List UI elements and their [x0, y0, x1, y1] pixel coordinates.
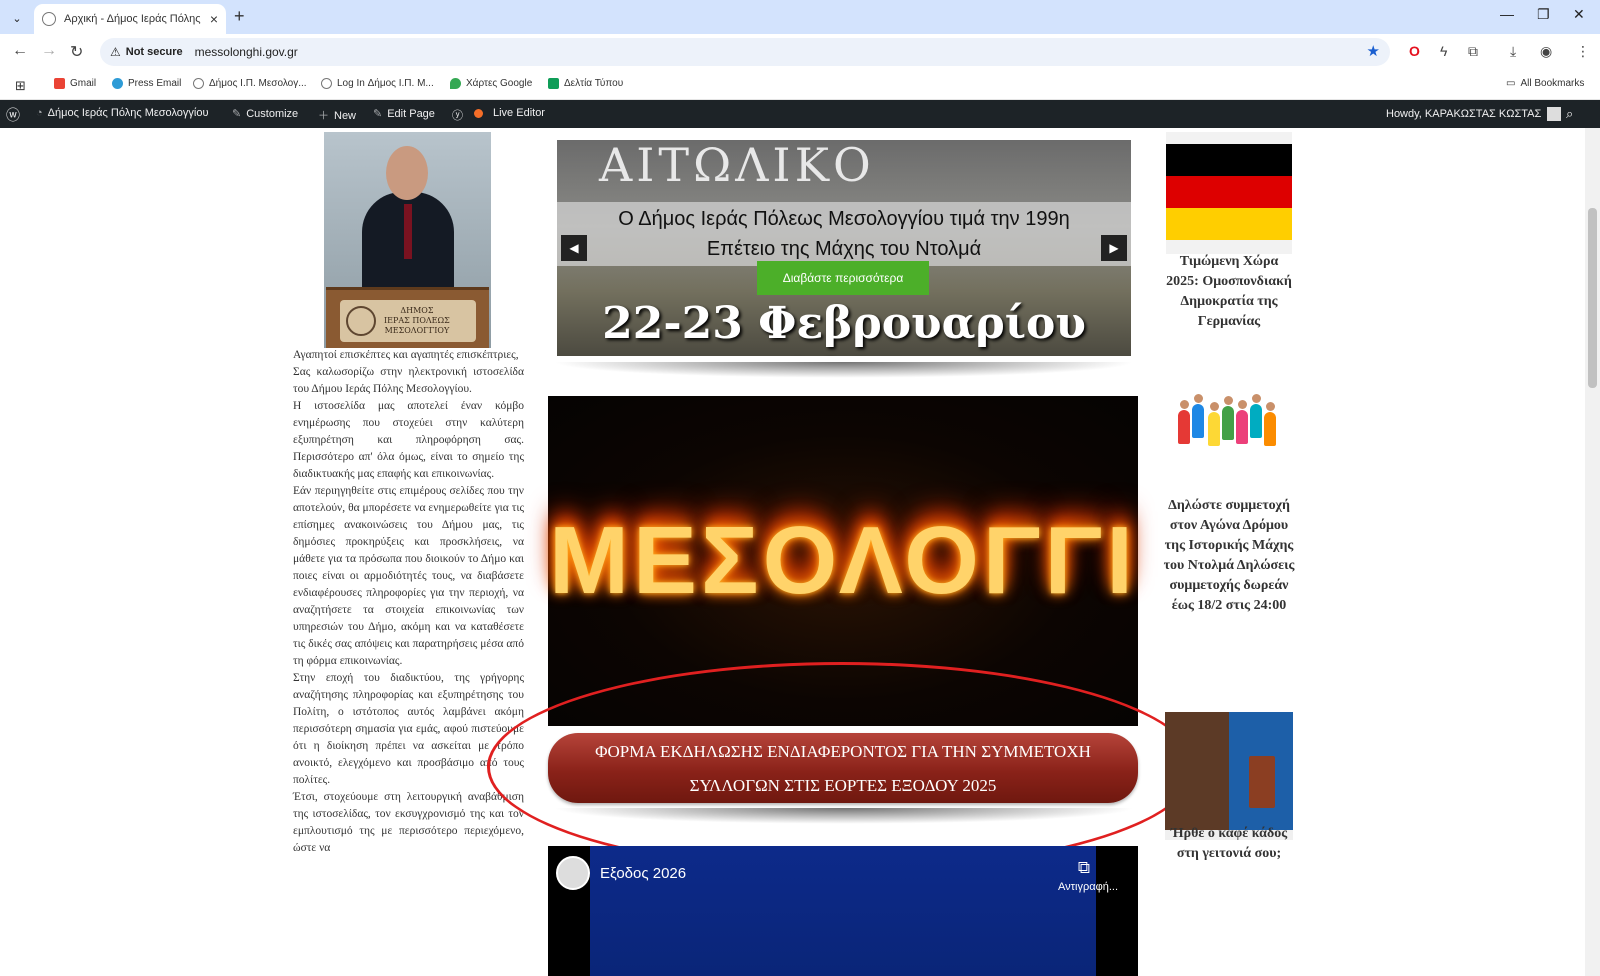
- opera-extension-icon[interactable]: O: [1409, 43, 1420, 59]
- mayor-head: [386, 146, 428, 200]
- municipality-seal-icon: [346, 306, 376, 336]
- copy-link-icon[interactable]: ⧉: [1078, 858, 1090, 878]
- news-slider[interactable]: ΑΙΤΩΛΙΚΟ Ο Δήμος Ιεράς Πόλεως Μεσολογγίο…: [557, 140, 1131, 356]
- highlight-annotation-ellipse: [487, 662, 1197, 872]
- slider-next-icon[interactable]: ▶: [1101, 235, 1127, 261]
- scrollbar-thumb[interactable]: [1588, 208, 1597, 388]
- plus-icon: ＋: [318, 110, 329, 122]
- bookmark-dimos[interactable]: Δήμος Ι.Π. Μεσολογ...: [193, 78, 307, 89]
- bookmark-star-icon[interactable]: ★: [1367, 42, 1380, 60]
- globe-icon: [321, 78, 332, 89]
- slider-caption[interactable]: Ο Δήμος Ιεράς Πόλεως Μεσολογγίου τιμά τη…: [557, 202, 1131, 266]
- admin-customize-link[interactable]: ✎ Customize: [232, 107, 298, 120]
- welcome-paragraph: Η ιστοσελίδα μας αποτελεί έναν κόμβο ενη…: [293, 400, 524, 480]
- copy-link-label[interactable]: Αντιγραφή...: [1058, 881, 1118, 893]
- page-scrollbar[interactable]: [1585, 128, 1600, 976]
- site-favicon-icon: [42, 12, 56, 26]
- slider-date-text: 22-23 Φεβρουαρίου 2025: [602, 298, 1086, 356]
- new-tab-icon[interactable]: +: [234, 6, 245, 27]
- compost-bin-poster[interactable]: [1165, 712, 1293, 840]
- back-icon[interactable]: ←: [12, 42, 28, 60]
- podium: ΔΗΜΟΣ ΙΕΡΑΣ ΠΟΛΕΩΣ ΜΕΣΟΛΟΓΓΙΟΥ: [326, 287, 489, 348]
- browser-toolbar: ← → ↻ ⚠ Not secure messolonghi.gov.gr ★ …: [0, 34, 1600, 70]
- profile-icon[interactable]: ◉: [1540, 43, 1552, 60]
- sidebar-germany-link[interactable]: Τιμώμενη Χώρα 2025: Ομοσπονδιακή Δημοκρα…: [1162, 252, 1296, 332]
- extensions-puzzle-icon[interactable]: ⧉: [1468, 43, 1478, 60]
- admin-search-icon[interactable]: ⌕: [1566, 106, 1573, 122]
- podium-plaque: ΔΗΜΟΣ ΙΕΡΑΣ ΠΟΛΕΩΣ ΜΕΣΟΛΟΓΓΙΟΥ: [340, 300, 476, 342]
- bookmark-press-email[interactable]: Press Email: [112, 78, 181, 89]
- slider-caption-line[interactable]: Επέτειο της Μάχης του Ντολμά: [707, 234, 981, 264]
- video-embed[interactable]: Εξοδος 2026 ⧉ Αντιγραφή...: [548, 846, 1138, 976]
- bookmark-login[interactable]: Log In Δήμος Ι.Π. Μ...: [321, 78, 434, 89]
- gmail-icon: [54, 78, 65, 89]
- plaque-text: ΔΗΜΟΣ ΙΕΡΑΣ ΠΟΛΕΩΣ ΜΕΣΟΛΟΓΓΙΟΥ: [384, 306, 450, 335]
- admin-live-editor-link[interactable]: Live Editor: [474, 107, 545, 119]
- map-pin-icon: [450, 78, 461, 89]
- lightning-extension-icon[interactable]: ϟ: [1440, 43, 1447, 59]
- browser-tab-bar: ⌄ Αρχική - Δήμος Ιεράς Πόλης Μ × + — ❐ ✕: [0, 0, 1600, 34]
- shadow-divider: [552, 362, 1136, 378]
- browser-tab-active[interactable]: Αρχική - Δήμος Ιεράς Πόλης Μ ×: [34, 4, 226, 34]
- wordpress-logo-icon[interactable]: ⓦ: [6, 105, 20, 125]
- bookmarks-bar: ⊞ Gmail Press Email Δήμος Ι.Π. Μεσολογ..…: [0, 70, 1600, 100]
- germany-flag-image[interactable]: [1166, 132, 1292, 254]
- restore-icon[interactable]: ❐: [1537, 6, 1550, 23]
- bookmark-gmail[interactable]: Gmail: [54, 78, 96, 89]
- press-email-icon: [112, 78, 123, 89]
- admin-howdy-user[interactable]: Howdy, ΚΑΡΑΚΩΣΤΑΣ ΚΩΣΤΑΣ: [1386, 107, 1562, 121]
- bookmark-google-maps[interactable]: Χάρτες Google: [450, 78, 532, 89]
- mayor-tie: [404, 204, 412, 259]
- sheets-icon: [548, 78, 559, 89]
- yoast-icon[interactable]: ⓨ: [452, 107, 463, 123]
- apps-grid-icon[interactable]: ⊞: [15, 78, 26, 94]
- not-secure-label[interactable]: Not secure: [126, 46, 183, 58]
- minimize-icon[interactable]: —: [1500, 6, 1514, 22]
- admin-edit-page-link[interactable]: ✎ Edit Page: [373, 107, 435, 120]
- video-title[interactable]: Εξοδος 2026: [600, 865, 686, 882]
- forward-icon[interactable]: →: [41, 42, 57, 60]
- pencil-icon: ✎: [373, 108, 383, 120]
- address-bar[interactable]: ⚠ Not secure messolonghi.gov.gr ★: [100, 38, 1390, 66]
- channel-logo-icon[interactable]: [556, 856, 590, 890]
- slider-brand-text: ΑΙΤΩΛΙΚΟ: [599, 140, 875, 192]
- admin-new-link[interactable]: ＋ New: [318, 107, 356, 123]
- download-icon[interactable]: ⤓: [1510, 43, 1516, 60]
- url-text[interactable]: messolonghi.gov.gr: [195, 45, 298, 59]
- window-close-icon[interactable]: ✕: [1573, 6, 1585, 23]
- mayor-photo: ΔΗΜΟΣ ΙΕΡΑΣ ΠΟΛΕΩΣ ΜΕΣΟΛΟΓΓΙΟΥ: [324, 132, 491, 348]
- dashboard-icon: ◔: [36, 107, 43, 119]
- menu-kebab-icon[interactable]: ⋮: [1576, 43, 1590, 60]
- read-more-button[interactable]: Διαβάστε περισσότερα: [757, 261, 929, 295]
- slider-prev-icon[interactable]: ◀: [561, 235, 587, 261]
- wp-admin-bar: ⓦ ◔ Δήμος Ιεράς Πόλης Μεσολογγίου ✎ Custom…: [0, 100, 1600, 128]
- welcome-paragraph: Αγαπητοί επισκέπτες και αγαπητές επισκέπ…: [293, 349, 519, 361]
- welcome-paragraph: Έτσι, στοχεύουμε στη λειτουργική αναβάθμ…: [293, 791, 524, 854]
- all-bookmarks[interactable]: ▭ All Bookmarks: [1506, 78, 1584, 89]
- tab-search-icon[interactable]: ⌄: [6, 7, 28, 29]
- brush-icon: ✎: [232, 108, 242, 120]
- warning-icon[interactable]: ⚠: [110, 45, 121, 59]
- tab-title: Αρχική - Δήμος Ιεράς Πόλης Μ: [64, 13, 204, 25]
- slider-caption-line[interactable]: Ο Δήμος Ιεράς Πόλεως Μεσολογγίου τιμά τη…: [618, 204, 1069, 234]
- runners-image[interactable]: [1174, 390, 1284, 490]
- folder-icon: ▭: [1506, 78, 1516, 89]
- admin-site-link[interactable]: ◔ Δήμος Ιεράς Πόλης Μεσολογγίου: [36, 107, 209, 119]
- fire-banner-text: ΜΕΣΟΛΟΓΓΙ: [549, 507, 1137, 614]
- reload-icon[interactable]: ↻: [70, 42, 83, 62]
- sidebar-compost-link[interactable]: Ήρθε ο καφέ κάδος στη γειτονιά σου;: [1162, 824, 1296, 864]
- globe-icon: [193, 78, 204, 89]
- status-dot-icon: [474, 108, 483, 118]
- welcome-paragraph: Σας καλωσορίζω στην ηλεκτρονική ιστοσελί…: [293, 366, 524, 395]
- brown-bin-icon: [1249, 756, 1275, 808]
- welcome-paragraph: Εάν περιηγηθείτε στις επιμέρους σελίδες …: [293, 485, 524, 667]
- bookmark-press-releases[interactable]: Δελτία Τύπου: [548, 78, 623, 89]
- page-content: ΔΗΜΟΣ ΙΕΡΑΣ ΠΟΛΕΩΣ ΜΕΣΟΛΟΓΓΙΟΥ Αγαπητοί …: [0, 128, 1585, 976]
- tab-close-icon[interactable]: ×: [210, 11, 218, 27]
- avatar[interactable]: [1547, 107, 1562, 121]
- sidebar-race-link[interactable]: Δηλώστε συμμετοχή στον Αγώνα Δρόμου της …: [1162, 496, 1296, 616]
